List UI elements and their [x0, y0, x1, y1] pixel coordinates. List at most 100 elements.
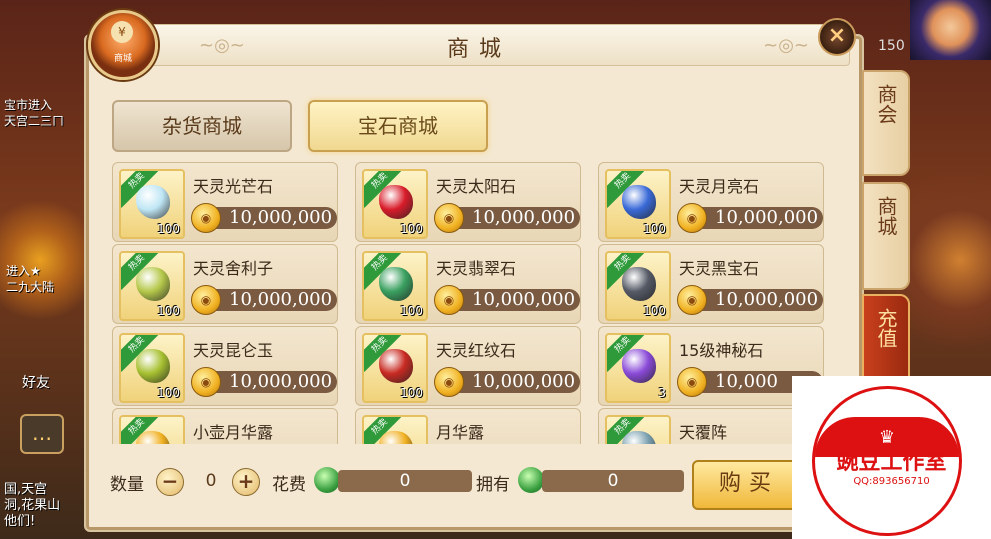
gem-icon [136, 185, 170, 219]
item-quantity: 100 [400, 222, 423, 236]
buy-button[interactable]: 购买 [692, 460, 806, 510]
item-icon: 热卖 100 [119, 251, 185, 321]
side-tab-label: 商会 [874, 84, 898, 124]
gem-icon [136, 349, 170, 383]
item-quantity: 100 [157, 222, 180, 236]
shop-item[interactable]: 热卖 100 天灵昆仑玉 ◉ 10,000,000 [112, 326, 338, 406]
item-price: 10,000,000 [715, 289, 819, 310]
gold-coin-icon: ◉ [677, 367, 707, 397]
gem-icon [622, 267, 656, 301]
item-price: 10,000,000 [229, 207, 333, 228]
shop-item[interactable]: 热卖 100 天灵翡翠石 ◉ 10,000,000 [355, 244, 581, 324]
gem-icon [622, 185, 656, 219]
shop-item[interactable]: 热卖 100 天灵舍利子 ◉ 10,000,000 [112, 244, 338, 324]
item-icon: 热卖 100 [119, 333, 185, 403]
gold-coin-icon: ◉ [677, 285, 707, 315]
item-name: 天覆阵 [679, 423, 728, 442]
friends-label[interactable]: 好友 [22, 372, 50, 392]
owned-value: 0 [542, 470, 684, 492]
item-quantity: 100 [400, 304, 423, 318]
side-tab-label: 充值 [874, 308, 898, 348]
yen-icon: ¥ [111, 21, 133, 43]
title-bar: ~◎~ 商城 ~◎~ [108, 24, 850, 66]
gold-coin-icon: ◉ [434, 367, 464, 397]
shop-item[interactable]: 热卖 天覆阵 [598, 408, 824, 444]
gem-icon [379, 431, 413, 444]
item-icon: 热卖 100 [362, 169, 428, 239]
item-quantity: 100 [400, 386, 423, 400]
item-icon: 热卖 [362, 415, 428, 444]
item-name: 小壶月华露 [193, 423, 274, 442]
owned-label: 拥有 [476, 475, 510, 495]
jade-coin-icon [518, 467, 544, 493]
item-icon: 热卖 100 [605, 251, 671, 321]
item-icon: 热卖 100 [362, 333, 428, 403]
side-tab-shop[interactable]: 商城 [862, 182, 910, 290]
cost-label: 花费 [272, 475, 306, 495]
item-price: 10,000,000 [715, 207, 819, 228]
item-name: 天灵月亮石 [679, 177, 760, 196]
quantity-field[interactable]: 0 [186, 470, 236, 492]
close-button[interactable]: × [818, 18, 856, 56]
gem-icon [622, 431, 656, 444]
badge-label: 商城 [113, 54, 132, 64]
item-icon: 热卖 3 [605, 333, 671, 403]
item-name: 月华露 [436, 423, 485, 442]
gold-coin-icon: ◉ [191, 203, 221, 233]
shop-item[interactable]: 热卖 100 天灵黑宝石 ◉ 10,000,000 [598, 244, 824, 324]
gem-icon [379, 185, 413, 219]
page-title: 商城 [446, 37, 511, 62]
scroll-ornament-icon: ~◎~ [763, 35, 809, 56]
shop-item[interactable]: 热卖 月华露 [355, 408, 581, 444]
item-name: 天灵红纹石 [436, 341, 517, 360]
gem-icon [379, 267, 413, 301]
item-icon: 热卖 100 [605, 169, 671, 239]
item-icon: 热卖 100 [362, 251, 428, 321]
shop-item[interactable]: 热卖 100 天灵太阳石 ◉ 10,000,000 [355, 162, 581, 242]
gold-coin-icon: ◉ [191, 285, 221, 315]
item-grid[interactable]: 热卖 100 天灵光芒石 ◉ 10,000,000 热卖 100 天灵太阳石 ◉ 10,000,0… [112, 162, 842, 444]
item-price: 10,000,000 [472, 207, 576, 228]
item-name: 天灵太阳石 [436, 177, 517, 196]
item-icon: 热卖 100 [119, 169, 185, 239]
item-icon: 热卖 [119, 415, 185, 444]
minus-button[interactable]: − [156, 468, 184, 496]
side-tab-recharge[interactable]: 充值 [862, 294, 910, 388]
item-quantity: 100 [643, 304, 666, 318]
plus-button[interactable]: + [232, 468, 260, 496]
item-price: 10,000,000 [229, 289, 333, 310]
currency-count: 150 [878, 38, 905, 54]
bg-text: 宝市进入 [4, 98, 53, 112]
shop-item[interactable]: 热卖 小壶月华露 [112, 408, 338, 444]
jade-coin-icon [314, 467, 340, 493]
item-quantity: 100 [643, 222, 666, 236]
tab-gem-store[interactable]: 宝石商城 [308, 100, 488, 152]
bg-text: 他们! [4, 514, 36, 529]
gold-coin-icon: ◉ [191, 367, 221, 397]
item-name: 天灵翡翠石 [436, 259, 517, 278]
item-icon: 热卖 [605, 415, 671, 444]
shop-item[interactable]: 热卖 100 天灵红纹石 ◉ 10,000,000 [355, 326, 581, 406]
side-tab-guild[interactable]: 商会 [862, 70, 910, 176]
quantity-label: 数量 [110, 475, 144, 495]
item-price: 10,000,000 [472, 289, 576, 310]
gold-coin-icon: ◉ [434, 285, 464, 315]
watermark-sub: QQ:893656710 [853, 476, 930, 487]
item-price: 10,000,000 [472, 371, 576, 392]
shop-item[interactable]: 热卖 100 天灵光芒石 ◉ 10,000,000 [112, 162, 338, 242]
gem-icon [136, 267, 170, 301]
item-name: 天灵昆仑玉 [193, 341, 274, 360]
chat-icon[interactable]: … [20, 414, 64, 454]
side-tab-label: 商城 [874, 196, 898, 236]
gold-coin-icon: ◉ [677, 203, 707, 233]
item-price: 10,000 [715, 371, 778, 392]
shop-item[interactable]: 热卖 100 天灵月亮石 ◉ 10,000,000 [598, 162, 824, 242]
gem-icon [136, 431, 170, 444]
bg-text: 天宫二三ㄇ [4, 114, 65, 128]
shop-badge-icon: ¥ 商城 [88, 10, 158, 80]
item-name: 15级神秘石 [679, 341, 764, 360]
item-name: 天灵光芒石 [193, 177, 274, 196]
item-quantity: 100 [157, 304, 180, 318]
shop-item[interactable]: 热卖 3 15级神秘石 ◉ 10,000 [598, 326, 824, 406]
tab-general-store[interactable]: 杂货商城 [112, 100, 292, 152]
